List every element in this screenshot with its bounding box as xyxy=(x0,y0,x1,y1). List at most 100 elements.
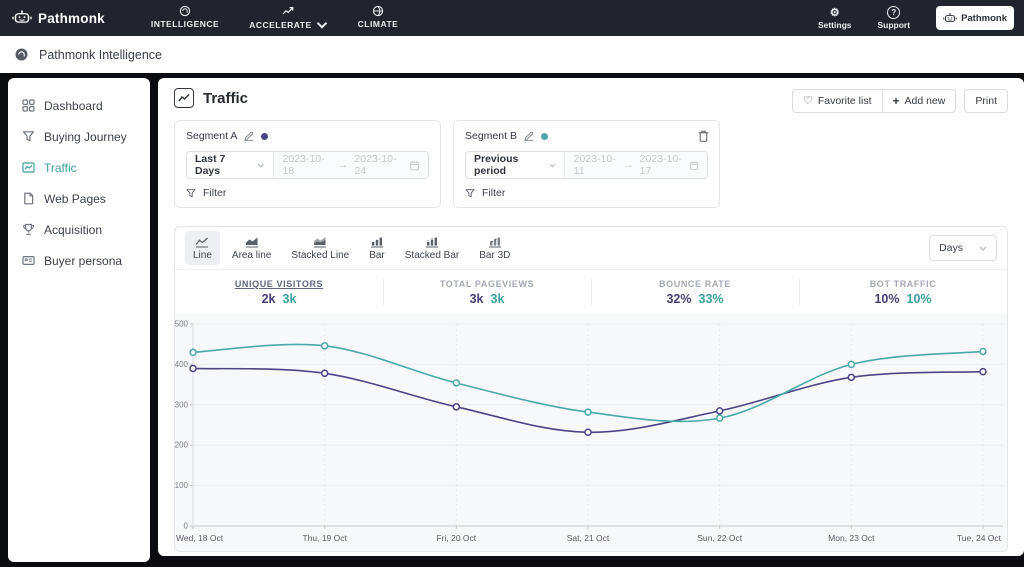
intelligence-icon xyxy=(179,5,191,17)
metric-label[interactable]: BOT TRAFFIC xyxy=(870,279,937,289)
subheader-title: Pathmonk Intelligence xyxy=(39,47,162,62)
segment-a-date-range[interactable]: 2023-10-18 → 2023-10-24 xyxy=(272,152,428,178)
y-axis-label: 500 xyxy=(175,320,189,329)
chart-type-tab-bar-3d[interactable]: Bar 3D xyxy=(471,231,518,265)
gear-icon: ⚙ xyxy=(829,6,840,19)
segment-b-color-dot xyxy=(540,132,548,140)
segment-b-range-select[interactable]: Previous period xyxy=(466,152,564,178)
x-axis-label: Mon, 23 Oct xyxy=(828,533,875,543)
nav-item-climate[interactable]: CLIMATE xyxy=(358,5,399,31)
filter-funnel-icon xyxy=(186,188,196,197)
metric-values: 32% 33% xyxy=(666,291,724,306)
segment-b-header: Segment B xyxy=(465,130,708,142)
settings-button[interactable]: ⚙ Settings xyxy=(818,7,852,30)
plus-icon: + xyxy=(892,93,900,108)
bar-tab-icon xyxy=(370,237,383,247)
metric-label[interactable]: BOUNCE RATE xyxy=(659,279,731,289)
stacked-line-tab-icon xyxy=(314,236,327,247)
sidebar-item-buying-journey[interactable]: Buying Journey xyxy=(8,121,150,152)
calendar-icon xyxy=(409,160,419,170)
data-point[interactable] xyxy=(979,347,987,356)
main-panel: Traffic ♡ Favorite list + Add new Print … xyxy=(158,78,1024,556)
segment-a-range-select[interactable]: Last 7 Days xyxy=(187,152,273,178)
metric-bot-traffic: BOT TRAFFIC 10% 10% xyxy=(799,270,1007,314)
data-point[interactable] xyxy=(189,348,197,357)
x-axis-label: Fri, 20 Oct xyxy=(436,533,476,543)
interval-select[interactable]: Days xyxy=(929,235,997,261)
support-button[interactable]: ? Support xyxy=(877,6,910,30)
chevron-down-icon xyxy=(257,163,265,167)
robot-logo-icon xyxy=(12,9,32,23)
edit-pencil-icon[interactable] xyxy=(524,131,534,141)
chevron-down-icon xyxy=(979,245,987,251)
metric-values: 2k 3k xyxy=(261,291,297,306)
chart-type-tab-bar[interactable]: Bar xyxy=(361,231,393,265)
sidebar-item-traffic[interactable]: Traffic xyxy=(8,152,150,183)
metric-unique-visitors: UNIQUE VISITORS 2k 3k xyxy=(175,270,383,314)
data-point[interactable] xyxy=(847,373,856,382)
accelerate-icon xyxy=(282,7,294,15)
delete-segment-button[interactable] xyxy=(698,130,709,142)
sidebar-item-web-pages[interactable]: Web Pages xyxy=(8,183,150,214)
add-new-button[interactable]: + Add new xyxy=(881,90,956,112)
chart-type-tab-line[interactable]: Line xyxy=(185,231,220,265)
arrow-right-icon: → xyxy=(337,159,349,171)
edit-pencil-icon[interactable] xyxy=(244,131,254,141)
data-point[interactable] xyxy=(320,369,329,378)
data-point[interactable] xyxy=(715,414,724,422)
metric-label[interactable]: UNIQUE VISITORS xyxy=(235,279,323,289)
data-point[interactable] xyxy=(584,428,592,437)
data-point[interactable] xyxy=(452,403,461,411)
y-axis-label: 0 xyxy=(184,522,189,531)
chart-type-tab-area-line[interactable]: Area line xyxy=(224,231,279,265)
y-axis-label: 200 xyxy=(175,441,189,450)
segment-a-filter-button[interactable]: Filter xyxy=(186,187,226,199)
segment-a-color-dot xyxy=(261,132,269,140)
y-axis-label: 100 xyxy=(175,481,189,490)
segment-b-card: Segment B Previous period 2023-10-11 → 2… xyxy=(453,120,720,208)
segment-b-date-range[interactable]: 2023-10-11 → 2023-10-17 xyxy=(563,152,707,178)
data-point[interactable] xyxy=(847,360,856,369)
segment-b-name: Segment B xyxy=(465,130,517,142)
page-header: Traffic ♡ Favorite list + Add new Print xyxy=(174,88,1008,114)
trash-icon xyxy=(698,130,709,142)
chart-plot-area: 0 100 200 300 400 500 Wed, 18 Oct Thu, 19 Oct Fr… xyxy=(175,314,1007,551)
robot-icon xyxy=(943,12,957,22)
metric-label[interactable]: TOTAL PAGEVIEWS xyxy=(440,279,534,289)
bar-3d-tab-icon xyxy=(488,237,501,247)
chart-type-tab-stacked-bar[interactable]: Stacked Bar xyxy=(397,231,467,265)
dashboard-grid-icon xyxy=(22,99,35,112)
data-point[interactable] xyxy=(452,379,461,387)
favorite-list-button[interactable]: ♡ Favorite list xyxy=(793,90,882,112)
print-button[interactable]: Print xyxy=(964,89,1008,113)
top-navigation-bar: Pathmonk INTELLIGENCE ACCELERATE CLIMATE… xyxy=(0,0,1024,36)
heart-icon: ♡ xyxy=(802,94,813,107)
data-point[interactable] xyxy=(979,367,987,376)
x-axis-label: Sat, 21 Oct xyxy=(567,533,610,543)
segment-a-header: Segment A xyxy=(186,130,429,142)
trophy-icon xyxy=(23,223,34,235)
traffic-line-chart: 0 100 200 300 400 500 Wed, 18 Oct Thu, 19 Oct Fr… xyxy=(175,320,1003,543)
line-tab-icon xyxy=(196,237,209,247)
sidebar-item-acquisition[interactable]: Acquisition xyxy=(8,214,150,245)
chevron-down-icon xyxy=(316,21,328,29)
metric-values: 3k 3k xyxy=(469,291,505,306)
data-point[interactable] xyxy=(715,407,724,415)
sidebar-item-buyer-persona[interactable]: Buyer persona xyxy=(8,245,150,276)
chart-type-toolbar: Line Area line Stacked Line Bar Stacked … xyxy=(175,227,1007,269)
data-point[interactable] xyxy=(189,364,197,373)
sidebar-item-dashboard[interactable]: Dashboard xyxy=(8,90,150,121)
pathmonk-account-button[interactable]: Pathmonk xyxy=(936,6,1014,30)
data-point[interactable] xyxy=(320,342,329,350)
nav-item-accelerate[interactable]: ACCELERATE xyxy=(249,5,328,31)
nav-item-intelligence[interactable]: INTELLIGENCE xyxy=(151,5,219,31)
header-actions: ♡ Favorite list + Add new Print xyxy=(791,89,1008,113)
pathmonk-logo[interactable]: Pathmonk xyxy=(12,9,105,27)
nav-right: ⚙ Settings ? Support Pathmonk xyxy=(818,6,1014,30)
data-point[interactable] xyxy=(584,408,592,416)
sidebar: Dashboard Buying Journey Traffic Web Pag… xyxy=(8,78,150,562)
chart-type-tab-stacked-line[interactable]: Stacked Line xyxy=(283,231,357,265)
chart-card: Line Area line Stacked Line Bar Stacked … xyxy=(174,226,1008,552)
id-card-icon xyxy=(22,255,35,266)
segment-b-filter-button[interactable]: Filter xyxy=(465,187,505,199)
